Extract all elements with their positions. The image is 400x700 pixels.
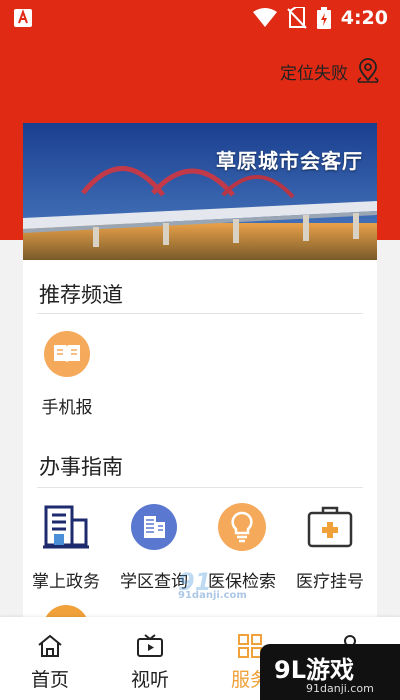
guide-item-government[interactable]: 掌上政务 — [23, 501, 109, 592]
watermark-subtext: 91danji.com — [178, 590, 247, 601]
guide-label: 医疗挂号 — [296, 572, 364, 592]
divider — [37, 313, 363, 314]
book-icon — [44, 331, 90, 377]
battery-charging-icon — [316, 7, 331, 29]
home-icon — [38, 634, 62, 657]
guide-item-medical-registration[interactable]: 医疗挂号 — [287, 501, 373, 592]
first-aid-kit-icon — [304, 501, 356, 553]
channel-label: 手机报 — [41, 398, 93, 418]
banner-title: 草原城市会客厅 — [216, 149, 363, 173]
tab-av[interactable]: 视听 — [110, 633, 190, 692]
status-bar: 4:20 — [0, 0, 400, 36]
tab-label: 首页 — [30, 669, 69, 691]
banner-image[interactable]: 草原城市会客厅 — [23, 123, 377, 260]
watermark-url: 91danji.com — [306, 682, 374, 695]
recommended-section-title: 推荐频道 — [39, 283, 123, 307]
divider — [37, 487, 363, 488]
watermark-logo-text: 9L游戏 — [274, 656, 354, 684]
tab-home[interactable]: 首页 — [10, 633, 90, 692]
main-card: 草原城市会客厅 推荐频道 手机报 办事指南 掌上政务 学区查询 医保检索 医疗挂… — [23, 123, 377, 651]
wifi-icon — [252, 8, 277, 27]
location-pin-icon — [357, 58, 379, 83]
location-label: 定位失败 — [280, 63, 348, 84]
channel-mobile-news[interactable]: 手机报 — [35, 331, 99, 418]
corner-watermark: 9L游戏 91danji.com — [260, 644, 400, 700]
bridge-photo — [23, 123, 377, 260]
status-time: 4:20 — [340, 7, 388, 29]
watermark: 91 91danji.com — [178, 568, 247, 601]
guide-label: 掌上政务 — [32, 572, 100, 592]
no-sim-icon — [287, 7, 307, 29]
tab-label: 视听 — [130, 669, 169, 691]
app-notification-icon — [14, 9, 32, 27]
location-status[interactable]: 定位失败 — [280, 58, 380, 84]
tv-icon — [137, 634, 163, 657]
guide-section-title: 办事指南 — [39, 455, 123, 479]
building-icon — [40, 501, 92, 553]
lightbulb-icon — [216, 501, 268, 553]
school-icon — [128, 501, 180, 553]
